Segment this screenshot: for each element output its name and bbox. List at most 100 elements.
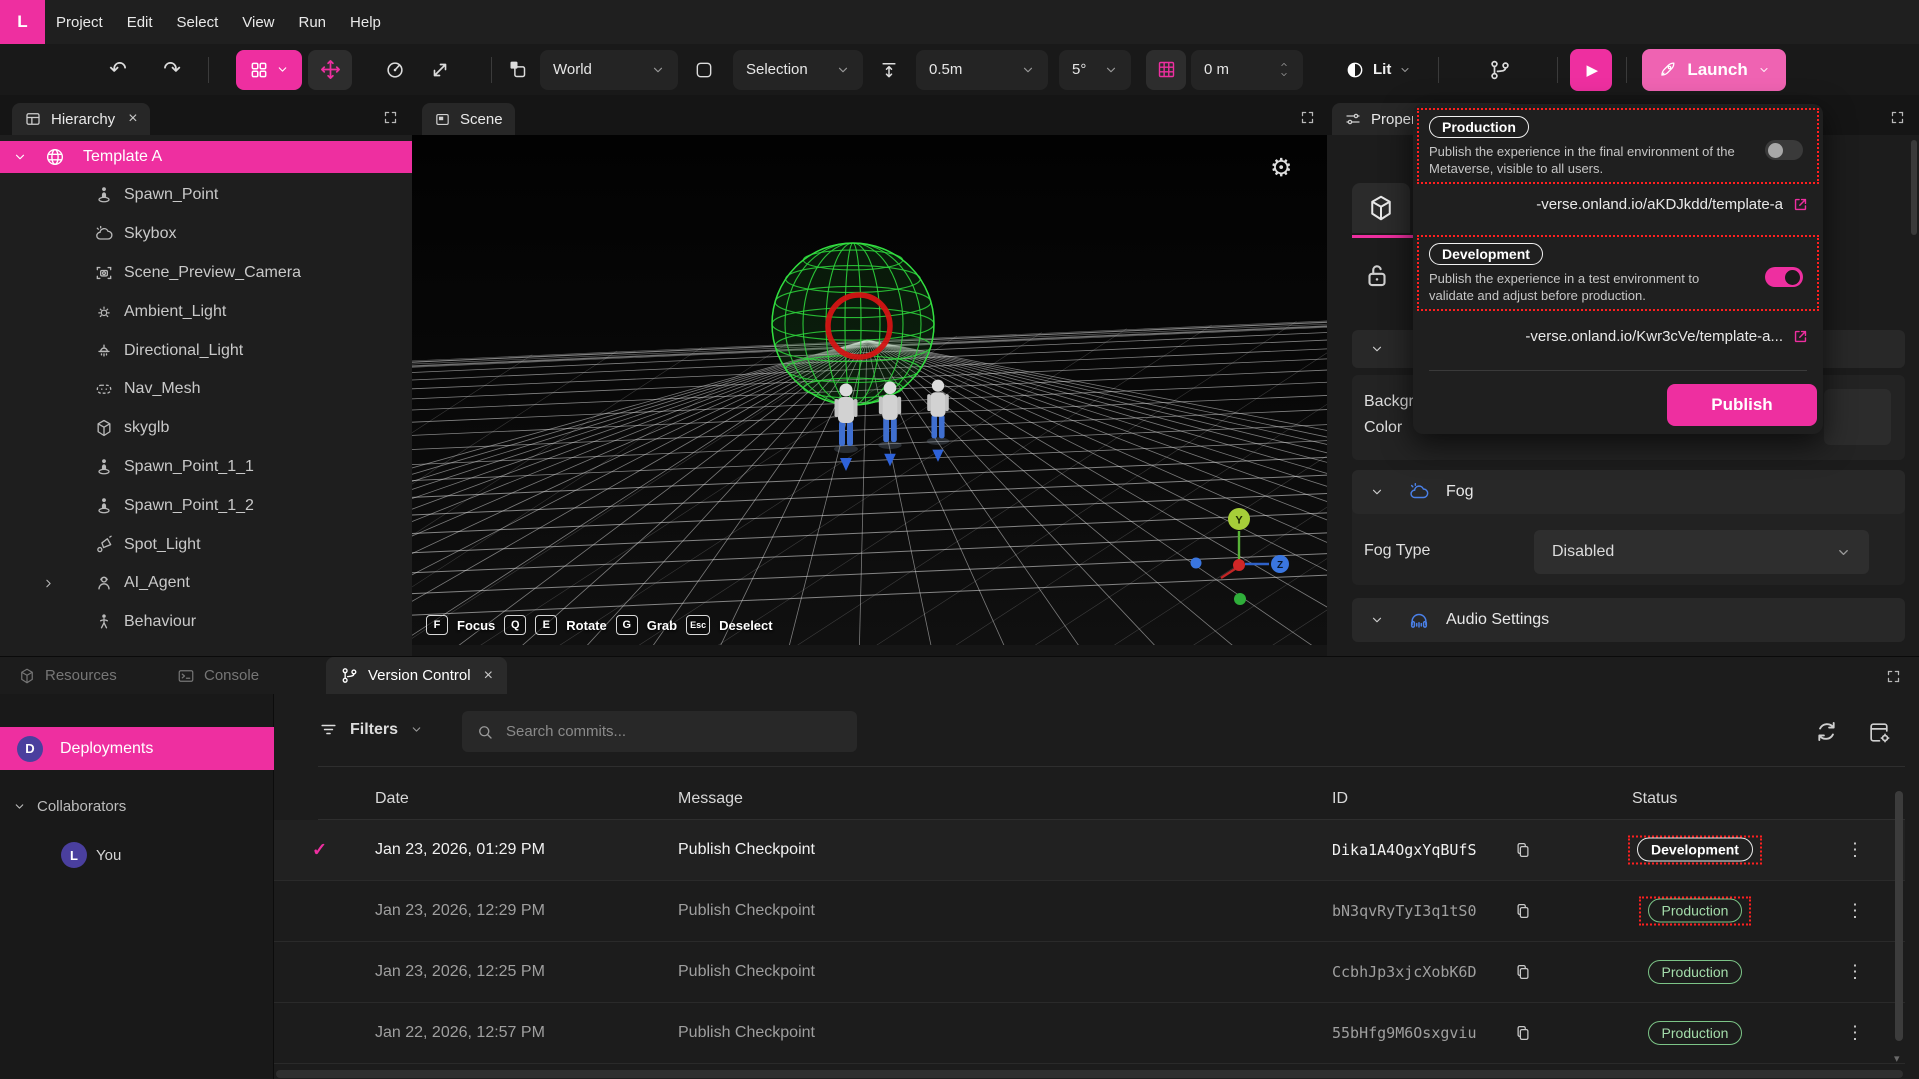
lock-button[interactable] [1362, 260, 1392, 290]
search-commits-input[interactable] [504, 722, 808, 741]
menu-project[interactable]: Project [56, 14, 103, 31]
expander-chevron-icon[interactable] [42, 577, 65, 590]
hierarch-item-behaviour[interactable]: Behaviour [0, 603, 412, 642]
copy-id-button[interactable] [1514, 963, 1532, 981]
tab-scene[interactable]: Scene [422, 103, 515, 135]
menu-edit[interactable]: Edit [127, 14, 153, 31]
wireframe-sphere[interactable] [772, 243, 934, 405]
fog-type-dropdown[interactable]: Disabled [1534, 530, 1869, 574]
step-down-icon[interactable] [1278, 70, 1290, 79]
menu-select[interactable]: Select [177, 14, 219, 31]
tab-resources[interactable]: Resources [18, 657, 117, 694]
row-menu-button[interactable]: ⋮ [1846, 962, 1864, 983]
row-menu-button[interactable]: ⋮ [1846, 840, 1864, 861]
grid-height-stepper[interactable]: 0 m [1191, 50, 1303, 90]
header-message[interactable]: Message [678, 790, 743, 808]
sidebar-item-collaborators[interactable]: Collaborators [0, 790, 126, 822]
app-logo[interactable]: L [0, 0, 45, 44]
header-status[interactable]: Status [1632, 790, 1677, 808]
drop-to-ground-button[interactable] [872, 53, 906, 87]
grid-toggle-button[interactable] [1146, 50, 1186, 90]
undo-button[interactable]: ↶ [101, 53, 135, 87]
hierarchy-item-scene-preview-camera[interactable]: Scene_Preview_Camera [0, 254, 412, 293]
hierarchy-root-row[interactable]: Template A [0, 141, 412, 173]
header-date[interactable]: Date [375, 790, 409, 808]
commit-row[interactable]: ✓ Jan 23, 2026, 01:29 PM Publish Checkpo… [274, 820, 1905, 881]
audio-settings-header[interactable]: Audio Settings [1352, 598, 1905, 642]
hierarchy-item-ai-agent[interactable]: AI_Agent [0, 564, 412, 603]
scale-tool-button[interactable] [423, 53, 457, 87]
move-snap-dropdown[interactable]: 0.5m [916, 50, 1048, 90]
hierarchy-item-skybox[interactable]: Skybox [0, 215, 412, 254]
version-control-button[interactable] [1483, 53, 1517, 87]
redo-button[interactable]: ↷ [155, 53, 189, 87]
frame-button[interactable] [687, 53, 721, 87]
rotate-snap-dropdown[interactable]: 5° [1059, 50, 1131, 90]
rotate-tool-button[interactable] [378, 53, 412, 87]
gizmo-x-handle[interactable] [1191, 558, 1202, 569]
hierarchy-expand-button[interactable] [383, 108, 398, 125]
properties-object-tab[interactable] [1352, 183, 1410, 233]
hierarchy-item-spawn-point[interactable]: Spawn_Point [0, 176, 412, 215]
scene-expand-button[interactable] [1300, 108, 1315, 125]
paste-transform-button[interactable] [500, 53, 534, 87]
filters-button[interactable]: Filters [319, 720, 423, 739]
external-link-icon[interactable] [1792, 196, 1809, 213]
commit-row[interactable]: Jan 23, 2026, 12:29 PM Publish Checkpoin… [274, 881, 1905, 942]
hierarchy-item-directional-light[interactable]: Directional_Light [0, 331, 412, 370]
bottom-expand-button[interactable] [1886, 667, 1901, 684]
copy-id-button[interactable] [1514, 1024, 1532, 1042]
pivot-dropdown[interactable]: Selection [733, 50, 863, 90]
sidebar-item-deployments[interactable]: D Deployments [0, 727, 274, 770]
fog-section-header[interactable]: Fog [1352, 470, 1905, 514]
production-toggle[interactable] [1765, 140, 1803, 160]
table-scrollbar[interactable] [1895, 791, 1903, 1041]
menu-view[interactable]: View [242, 14, 274, 31]
viewport-settings-button[interactable]: ⚙ [1270, 153, 1292, 183]
step-up-icon[interactable] [1278, 60, 1290, 69]
move-tool-button[interactable] [308, 50, 352, 90]
grid-icon [1156, 59, 1177, 80]
commit-row[interactable]: Jan 22, 2026, 12:57 PM Publish Checkpoin… [274, 1003, 1905, 1064]
tab-hierarchy[interactable]: Hierarchy × [12, 103, 150, 135]
copy-id-button[interactable] [1514, 902, 1532, 920]
render-mode-dropdown[interactable]: Lit [1345, 60, 1411, 80]
close-icon[interactable]: × [484, 667, 493, 685]
hierarchy-item-skyglb[interactable]: skyglb [0, 409, 412, 448]
launch-button[interactable]: Launch [1642, 49, 1785, 91]
menu-help[interactable]: Help [350, 14, 381, 31]
horizontal-scrollbar[interactable] [276, 1070, 1903, 1078]
tab-console[interactable]: Console [177, 657, 259, 694]
external-link-icon[interactable] [1792, 328, 1809, 345]
publish-button[interactable]: Publish [1667, 384, 1817, 426]
copy-id-button[interactable] [1514, 841, 1532, 859]
commit-row[interactable]: Jan 23, 2026, 12:25 PM Publish Checkpoin… [274, 942, 1905, 1003]
tab-version-control[interactable]: Version Control × [326, 657, 507, 694]
play-button[interactable]: ▶ [1570, 49, 1612, 91]
deployment-settings-button[interactable] [1867, 720, 1892, 745]
camera-icon [94, 263, 114, 283]
header-id[interactable]: ID [1332, 790, 1348, 808]
scene-viewport[interactable]: Y Z ⚙ F Focus Q E Rotate G Grab Esc Dese… [412, 135, 1327, 645]
refresh-button[interactable] [1814, 719, 1839, 744]
hierarchy-item-nav-mesh[interactable]: Nav_Mesh [0, 370, 412, 409]
properties-scrollbar[interactable] [1911, 140, 1917, 235]
hierarchy-item-spawn-point-1-2[interactable]: Spawn_Point_1_2 [0, 486, 412, 525]
menu-run[interactable]: Run [299, 14, 327, 31]
select-mode-button[interactable] [236, 50, 302, 90]
search-commits-box[interactable] [462, 711, 857, 752]
hierarchy-item-spot-light[interactable]: Spot_Light [0, 525, 412, 564]
development-toggle[interactable] [1765, 267, 1803, 287]
properties-expand-button[interactable] [1890, 108, 1905, 125]
chevron-down-icon[interactable] [13, 150, 27, 164]
row-menu-button[interactable]: ⋮ [1846, 901, 1864, 922]
sidebar-item-you[interactable]: L You [0, 842, 121, 868]
close-icon[interactable]: × [128, 110, 137, 128]
scroll-down-arrow-icon[interactable]: ▾ [1894, 1052, 1900, 1065]
background-color-field[interactable] [1824, 389, 1891, 445]
hierarchy-item-ambient-light[interactable]: Ambient_Light [0, 292, 412, 331]
space-dropdown[interactable]: World [540, 50, 678, 90]
rotate-snap-value: 5° [1072, 61, 1086, 78]
hierarchy-item-spawn-point-1-1[interactable]: Spawn_Point_1_1 [0, 448, 412, 487]
row-menu-button[interactable]: ⋮ [1846, 1023, 1864, 1044]
